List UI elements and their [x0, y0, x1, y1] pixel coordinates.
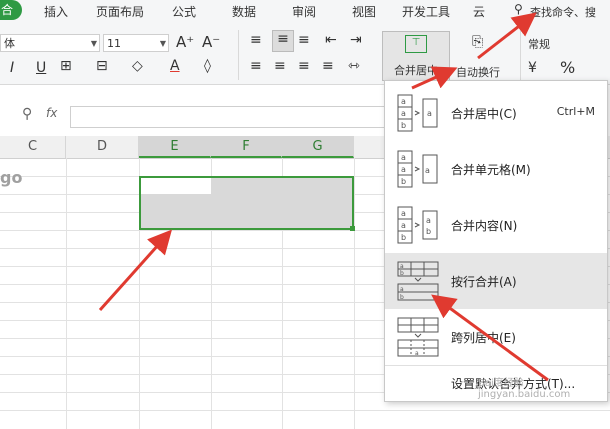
- arrow-to-selection: [98, 229, 173, 312]
- arrow-to-merge-by-row: [431, 294, 549, 382]
- arrow-to-search: [477, 12, 537, 60]
- arrow-to-merge-button: [411, 66, 458, 90]
- annotation-arrows: [98, 12, 549, 382]
